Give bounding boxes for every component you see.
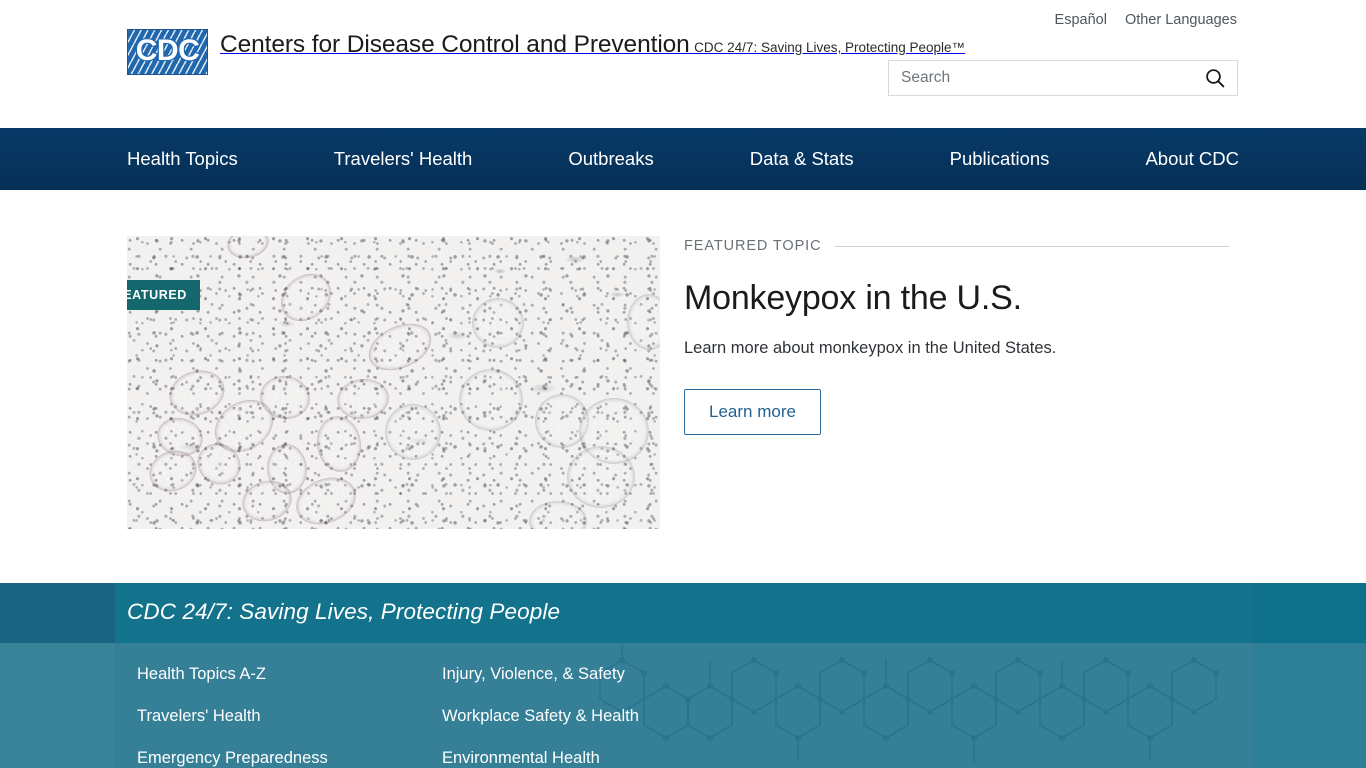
logo-tagline: CDC 24/7: Saving Lives, Protecting Peopl… <box>694 40 966 55</box>
footer-body-left-gutter <box>0 643 115 768</box>
footer-tagline-right-gutter <box>1253 583 1366 643</box>
nav-item-travelers-health[interactable]: Travelers' Health <box>334 128 473 190</box>
language-link-spanish[interactable]: Español <box>1055 12 1107 28</box>
virion-blue <box>472 298 524 348</box>
learn-more-button[interactable]: Learn more <box>684 389 821 435</box>
featured-description: Learn more about monkeypox in the United… <box>684 339 1057 357</box>
eyebrow-divider <box>835 245 1229 247</box>
cdc-homepage: CDC Centers for Disease Control and Prev… <box>0 0 1366 768</box>
featured-badge: FEATURED <box>127 280 200 310</box>
nav-item-outbreaks[interactable]: Outbreaks <box>568 128 653 190</box>
logo-letters: CDC <box>135 34 200 67</box>
footer-links-area: Health Topics A-Z Injury, Violence, & Sa… <box>0 643 1366 768</box>
search-input[interactable] <box>889 61 1193 95</box>
nav-item-publications[interactable]: Publications <box>950 128 1050 190</box>
featured-eyebrow-label: FEATURED TOPIC <box>684 238 822 254</box>
nav-item-health-topics[interactable]: Health Topics <box>127 128 238 190</box>
featured-eyebrow-row: FEATURED TOPIC <box>684 236 1229 256</box>
logo-title: Centers for Disease Control and Preventi… <box>220 31 690 58</box>
footer-link-injury-violence-safety[interactable]: Injury, Violence, & Safety <box>442 653 1237 695</box>
search-icon <box>1206 69 1225 88</box>
search-box[interactable] <box>888 60 1238 96</box>
nav-item-about-cdc[interactable]: About CDC <box>1145 128 1239 190</box>
footer-link-workplace-safety-health[interactable]: Workplace Safety & Health <box>442 695 1237 737</box>
virion-blue <box>459 369 523 431</box>
footer-tagline: CDC 24/7: Saving Lives, Protecting Peopl… <box>127 599 561 624</box>
nav-items-container: Health Topics Travelers' Health Outbreak… <box>127 128 1239 190</box>
footer-link-emergency-preparedness[interactable]: Emergency Preparedness <box>137 737 442 768</box>
cdc-logo-link[interactable]: CDC Centers for Disease Control and Prev… <box>127 29 965 75</box>
featured-image[interactable]: FEATURED <box>127 236 660 529</box>
nav-item-data-stats[interactable]: Data & Stats <box>750 128 854 190</box>
footer-link-health-topics-az[interactable]: Health Topics A-Z <box>137 653 442 695</box>
cdc-logo-mark-icon: CDC <box>127 29 208 75</box>
main-content: FEATURED FEATURED TOPIC Monkeypox in the… <box>0 190 1366 583</box>
primary-navigation: Health Topics Travelers' Health Outbreak… <box>0 128 1366 190</box>
site-footer: CDC 24/7: Saving Lives, Protecting Peopl… <box>0 583 1366 768</box>
virion-blue <box>567 446 635 508</box>
language-links: Español Other Languages <box>1055 12 1237 28</box>
footer-links-grid: Health Topics A-Z Injury, Violence, & Sa… <box>137 643 1237 768</box>
featured-topic-panel: FEATURED TOPIC Monkeypox in the U.S. Lea… <box>684 236 1229 435</box>
language-link-other[interactable]: Other Languages <box>1125 12 1237 28</box>
site-header: CDC Centers for Disease Control and Prev… <box>0 0 1366 128</box>
logo-text-block: Centers for Disease Control and Preventi… <box>220 29 965 60</box>
footer-left-gutter <box>0 583 115 643</box>
featured-title: Monkeypox in the U.S. <box>684 279 1022 317</box>
monkeypox-micrograph <box>127 236 660 529</box>
virion-blue <box>385 404 441 460</box>
footer-body-right-gutter <box>1253 643 1366 768</box>
footer-link-environmental-health[interactable]: Environmental Health <box>442 737 1237 768</box>
footer-link-travelers-health[interactable]: Travelers' Health <box>137 695 442 737</box>
search-submit-button[interactable] <box>1193 61 1237 95</box>
